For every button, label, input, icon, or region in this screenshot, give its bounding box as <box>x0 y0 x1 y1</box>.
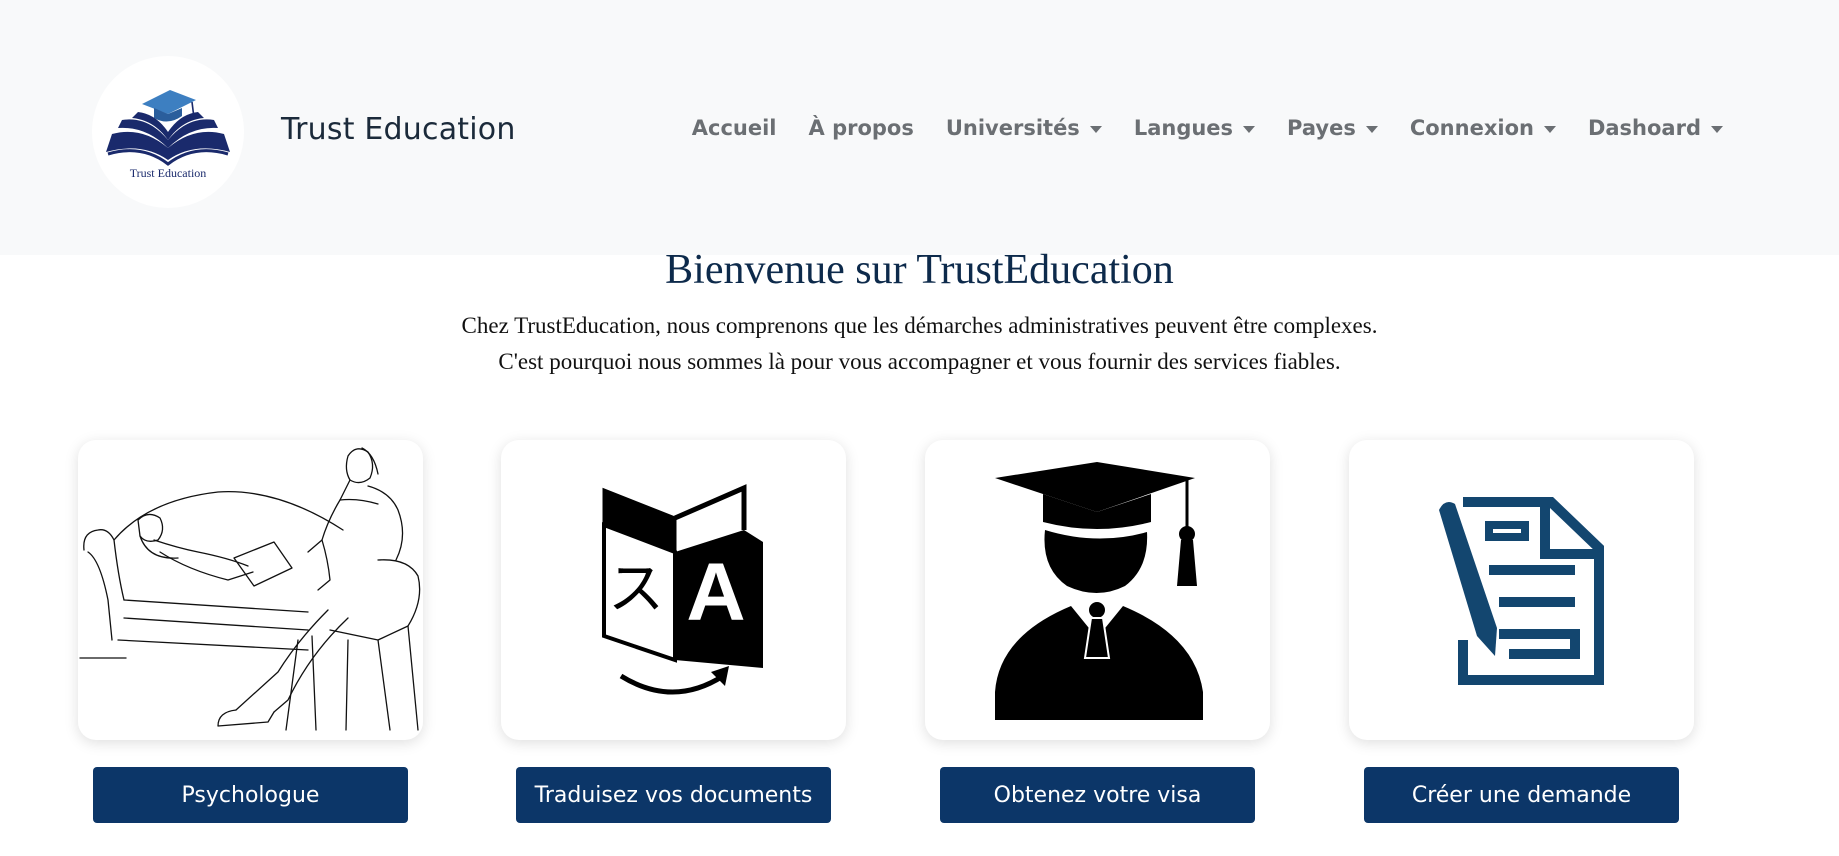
service-card-psychologue[interactable] <box>78 440 423 740</box>
brand-name[interactable]: Trust Education <box>281 112 516 147</box>
nav-label: Universités <box>945 116 1080 140</box>
nav-label: Connexion <box>1409 116 1534 140</box>
svg-text:A: A <box>686 547 745 638</box>
caret-down-icon <box>1243 125 1256 133</box>
translate-documents-button[interactable]: Traduisez vos documents <box>516 767 831 823</box>
nav-label: À propos <box>808 116 914 140</box>
button-label: Obtenez votre visa <box>993 782 1202 808</box>
svg-text:ス: ス <box>608 557 664 622</box>
button-label: Psychologue <box>181 782 320 808</box>
nav-dashboard[interactable]: Dashoard <box>1588 116 1723 140</box>
nav-label: Dashoard <box>1587 116 1701 140</box>
caret-down-icon <box>1543 125 1556 133</box>
get-visa-button[interactable]: Obtenez votre visa <box>940 767 1255 823</box>
graduate-icon <box>995 462 1203 720</box>
nav-universites[interactable]: Universités <box>946 116 1102 140</box>
button-label: Traduisez vos documents <box>534 782 813 808</box>
open-book-cap-icon <box>106 90 230 166</box>
nav-connexion[interactable]: Connexion <box>1410 116 1556 140</box>
logo[interactable]: Trust Education <box>92 56 244 208</box>
document-form-icon <box>1439 497 1604 685</box>
nav-label: Langues <box>1133 116 1234 140</box>
navbar: Trust Education Trust Education Accueil … <box>0 0 1839 255</box>
nav-a-propos[interactable]: À propos <box>809 116 914 140</box>
nav-accueil[interactable]: Accueil <box>692 116 777 140</box>
service-card-visa[interactable] <box>925 440 1270 740</box>
nav-payes[interactable]: Payes <box>1287 116 1378 140</box>
psychologist-session-illustration <box>79 447 421 731</box>
caret-down-icon <box>1711 125 1723 133</box>
psychologue-button[interactable]: Psychologue <box>93 767 408 823</box>
caret-down-icon <box>1089 125 1102 133</box>
create-request-button[interactable]: Créer une demande <box>1364 767 1679 823</box>
caret-down-icon <box>1365 125 1378 133</box>
button-label: Créer une demande <box>1411 782 1632 808</box>
intro-text-line-2: C'est pourquoi nous sommes là pour vous … <box>498 349 1341 374</box>
nav-label: Payes <box>1287 116 1356 140</box>
service-card-demande[interactable] <box>1349 440 1694 740</box>
nav-label: Accueil <box>691 116 777 140</box>
page-title: Bienvenue sur TrustEducation <box>665 247 1174 293</box>
service-card-translate[interactable]: ス A <box>501 440 846 740</box>
main-nav: Accueil À propos Universités Langues Pay… <box>692 116 1723 140</box>
logo-text: Trust Education <box>129 166 207 180</box>
nav-langues[interactable]: Langues <box>1133 116 1256 140</box>
intro-text-line-1: Chez TrustEducation, nous comprenons que… <box>461 313 1378 338</box>
translate-icon: ス A <box>602 484 763 695</box>
